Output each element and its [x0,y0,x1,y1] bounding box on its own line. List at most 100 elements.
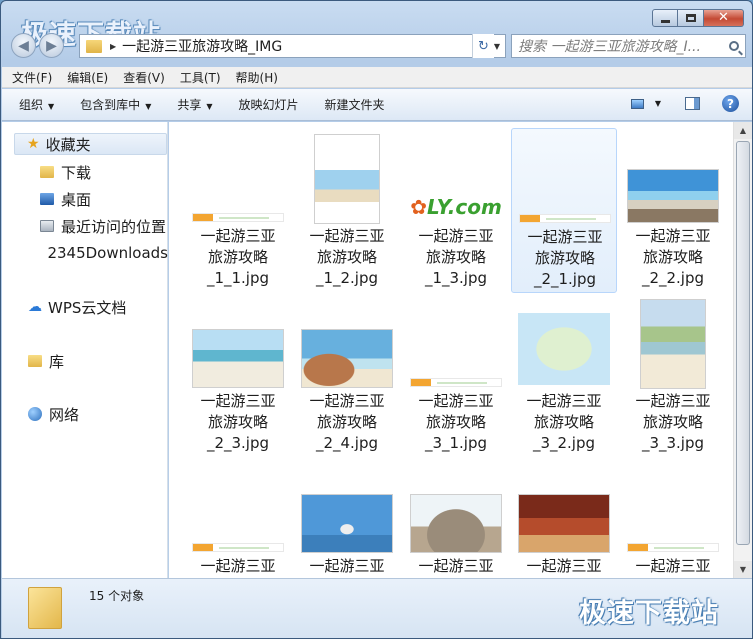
file-name: 一起游三亚 旅游攻略 _3_1.jpg [403,391,509,454]
thumbnail-image [192,543,284,552]
sidebar-item-desktop[interactable]: 桌面 [40,188,91,210]
file-name-line: _3_2.jpg [532,434,596,452]
menu-file[interactable]: 文件(F) [12,69,52,86]
file-name-line: 一起游三亚 [526,557,602,575]
file-name-line: 一起游三亚 [635,227,711,245]
file-item[interactable]: 一起游三亚 [403,458,509,578]
file-item[interactable]: 一起游三亚 旅游攻略 _3_3.jpg [620,293,726,458]
file-name-line: _2_3.jpg [206,434,270,452]
file-item[interactable]: 一起游三亚 [620,458,726,578]
file-name-line: _1_3.jpg [424,269,488,287]
thumbnail [185,293,291,389]
organize-button[interactable]: 组织 ▼ [19,96,54,113]
scroll-up-icon[interactable]: ▲ [734,122,752,139]
file-item[interactable]: 一起游三亚 旅游攻略 _2_1.jpg [511,128,617,293]
file-name-line: 旅游攻略 [534,249,595,267]
window-controls: ✕ [652,9,744,27]
refresh-button[interactable]: ↻ [472,34,494,58]
file-name-line: 一起游三亚 [635,392,711,410]
file-item[interactable]: 一起游三亚 旅游攻略 _3_1.jpg [403,293,509,458]
navigation-row: ◀ ▶ ▶ 一起游三亚旅游攻略_IMG ▼ ↻ 搜索 一起游三亚旅游攻略_I..… [9,32,746,60]
thumbnail-image [518,313,610,385]
menu-bar: 文件(F) 编辑(E) 查看(V) 工具(T) 帮助(H) [2,67,752,88]
maximize-button[interactable] [678,9,704,27]
file-item[interactable]: 一起游三亚 旅游攻略 _3_2.jpg [511,293,617,458]
file-item[interactable]: 一起游三亚 旅游攻略 _1_2.jpg [294,128,400,293]
sidebar-item-network[interactable]: 网络 [28,403,79,425]
sidebar-item-recent[interactable]: 最近访问的位置 [40,215,166,237]
file-name-line: 一起游三亚 [309,392,385,410]
file-name-line: 一起游三亚 [418,557,494,575]
menu-help[interactable]: 帮助(H) [236,69,278,86]
sidebar-item-library[interactable]: 库 [28,350,64,372]
file-item[interactable]: 一起游三亚 旅游攻略 _2_3.jpg [185,293,291,458]
thumbnail-image [410,494,502,553]
vertical-scrollbar[interactable]: ▲ ▼ [733,122,752,578]
file-name: 一起游三亚 旅游攻略 _2_1.jpg [512,227,618,290]
sidebar-item-label: 网络 [49,405,80,424]
file-item[interactable]: 一起游三亚 旅游攻略 _1_1.jpg [185,128,291,293]
address-bar[interactable]: ▶ 一起游三亚旅游攻略_IMG ▼ [79,34,506,58]
scrollbar-thumb[interactable] [736,141,750,545]
help-icon[interactable]: ? [722,95,739,112]
search-button[interactable] [723,41,745,51]
file-item[interactable]: ✿LY.com 一起游三亚 旅游攻略 _1_3.jpg [403,128,509,293]
scroll-down-icon[interactable]: ▼ [734,561,752,578]
watermark-bottom: 极速下载站 [579,598,719,629]
close-button[interactable]: ✕ [704,9,744,27]
thumbnail-image [301,494,393,553]
change-view-icon[interactable] [630,98,644,109]
menu-edit[interactable]: 编辑(E) [67,69,108,86]
menu-view[interactable]: 查看(V) [123,69,165,86]
sidebar-item-2345downloads[interactable]: 2345Downloads [40,242,168,264]
thumbnail-image [192,329,284,388]
thumbnail-image [640,299,706,389]
thumbnail-image [627,543,719,552]
folder-icon [86,39,102,53]
file-name: 一起游三亚 旅游攻略 _1_3.jpg [403,226,509,289]
file-name-line: _1_1.jpg [206,269,270,287]
maximize-icon [685,14,696,22]
close-icon: ✕ [718,10,729,25]
forward-button[interactable]: ▶ [39,33,64,58]
file-name: 一起游三亚 旅游攻略 _2_2.jpg [620,226,726,289]
address-path[interactable]: 一起游三亚旅游攻略_IMG [122,36,489,56]
file-name: 一起游三亚 旅游攻略 _2_3.jpg [185,391,291,454]
file-name-line: 一起游三亚 [200,227,276,245]
thumbnail: ✿LY.com [403,128,509,224]
search-box[interactable]: 搜索 一起游三亚旅游攻略_I... [511,34,746,58]
back-button[interactable]: ◀ [11,33,36,58]
refresh-icon: ↻ [478,38,489,54]
thumbnail-image [301,329,393,388]
sidebar-item-wps[interactable]: ☁ WPS云文档 [28,296,126,318]
file-name-line: 旅游攻略 [642,248,703,266]
preview-pane-icon[interactable] [685,97,700,110]
file-name: 一起游三亚 旅游攻略 _1_1.jpg [185,226,291,289]
file-name-line: 旅游攻略 [425,413,486,431]
file-list: 一起游三亚 旅游攻略 _1_1.jpg 一起游三亚 旅游攻略 _1_2.jpg ✿LY.co… [169,122,733,578]
thumbnail [512,129,618,225]
file-item[interactable]: 一起游三亚 旅游攻略 _2_2.jpg [620,128,726,293]
file-name: 一起游三亚 [620,556,726,577]
file-item[interactable]: 一起游三亚 [294,458,400,578]
search-input[interactable]: 搜索 一起游三亚旅游攻略_I... [512,36,723,56]
sidebar-item-downloads[interactable]: 下载 [40,161,91,183]
file-name-line: 旅游攻略 [316,248,377,266]
slideshow-button[interactable]: 放映幻灯片 [239,96,299,113]
file-name-line: 一起游三亚 [309,557,385,575]
file-item[interactable]: 一起游三亚 [511,458,617,578]
thumbnail-image [627,169,719,223]
thumbnail [185,128,291,224]
view-dropdown-icon[interactable]: ▼ [655,99,661,108]
share-button[interactable]: 共享 ▼ [177,96,212,113]
include-library-button[interactable]: 包含到库中 ▼ [80,96,151,113]
network-icon [28,407,42,421]
breadcrumb-separator-icon[interactable]: ▶ [110,42,116,51]
menu-tools[interactable]: 工具(T) [180,69,221,86]
file-item[interactable]: 一起游三亚 [185,458,291,578]
minimize-button[interactable] [652,9,678,27]
new-folder-button[interactable]: 新建文件夹 [325,96,385,113]
sidebar-item-favorites[interactable]: ★ 收藏夹 [14,133,167,155]
file-name-line: 一起游三亚 [418,227,494,245]
file-item[interactable]: 一起游三亚 旅游攻略 _2_4.jpg [294,293,400,458]
